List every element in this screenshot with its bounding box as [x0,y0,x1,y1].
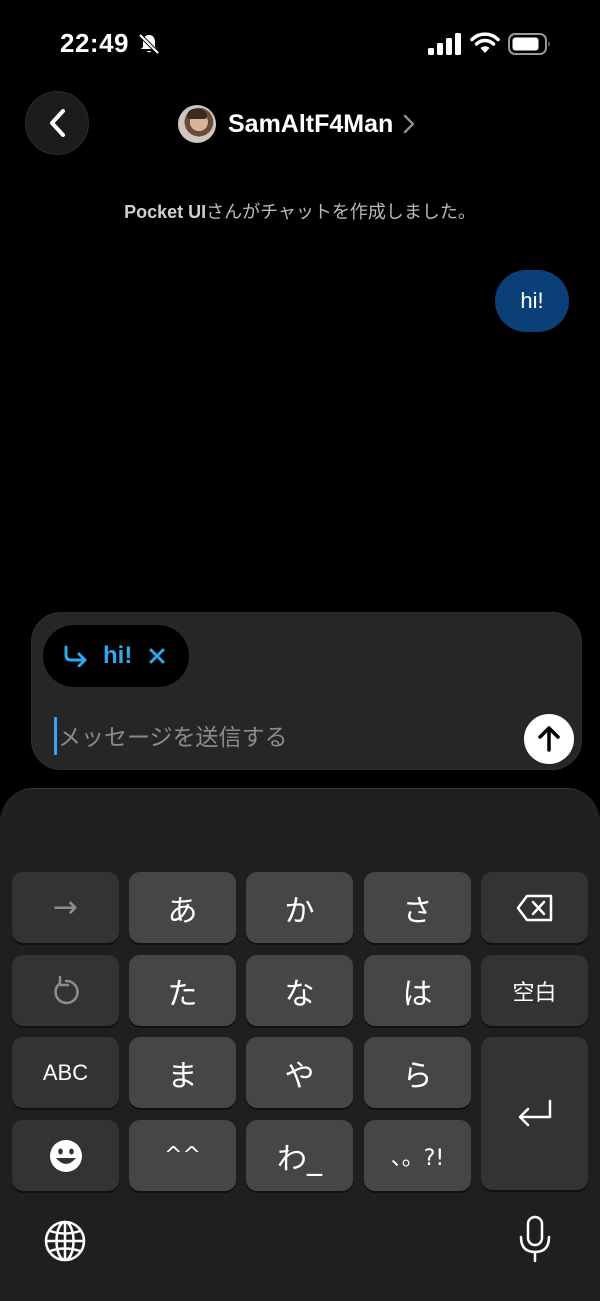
key-punctuation-label: 、。?! [390,1145,445,1171]
key-ha[interactable]: は [364,955,471,1026]
backspace-key[interactable] [481,872,588,943]
emoji-icon [49,1139,82,1172]
chevron-left-icon [50,109,65,137]
undo-icon [53,975,79,1004]
key-kaomoji-label: ^^ [164,1143,201,1168]
avatar[interactable] [178,105,216,143]
key-ha-label: は [402,976,433,1012]
globe-icon[interactable] [44,1220,86,1262]
key-ta-label: た [167,976,198,1012]
key-ra-label: ら [402,1058,433,1094]
reply-arrow-icon [64,645,87,667]
back-button[interactable] [25,91,89,155]
system-message-actor: Pocket UI [124,202,207,222]
system-message-text: さんがチャットを作成しました。 [206,202,476,222]
key-na[interactable]: な [246,955,353,1026]
system-message: Pocket UIさんがチャットを作成しました。 [0,198,600,224]
message-text: hi! [520,288,544,313]
key-sa-label: さ [402,893,433,929]
chevron-right-icon [404,114,415,134]
key-ka[interactable]: か [246,872,353,943]
backspace-icon [516,894,552,921]
user-name[interactable]: SamAltF4Man [228,110,393,139]
key-wa[interactable]: わ_ [246,1120,353,1191]
reply-preview-text: hi! [103,642,133,669]
key-ya-label: や [284,1058,315,1094]
key-wa-label: わ_ [277,1141,322,1177]
abc-key[interactable]: ABC [12,1037,119,1108]
signal-icon [428,33,461,55]
bell-off-icon [138,33,160,55]
battery-icon [508,33,550,55]
abc-key-label: ABC [42,1059,89,1085]
key-arrow-label: → [52,890,79,925]
reply-preview-chip[interactable]: hi! [43,625,189,687]
key-ka-label: か [284,893,315,929]
key-ma-label: ま [167,1058,198,1094]
key-ma[interactable]: ま [129,1037,236,1108]
message-composer: hi! [31,612,582,770]
arrow-up-icon [538,726,560,752]
emoji-key[interactable] [12,1120,119,1191]
return-icon [518,1099,551,1126]
key-arrow[interactable]: → [12,872,119,943]
key-ta[interactable]: た [129,955,236,1026]
chat-header-user[interactable]: SamAltF4Man [178,104,415,144]
return-key[interactable] [481,1037,588,1190]
undo-key[interactable] [12,955,119,1026]
key-a[interactable]: あ [129,872,236,943]
key-na-label: な [284,976,315,1012]
space-key[interactable]: 空白 [481,955,588,1026]
key-ya[interactable]: や [246,1037,353,1108]
status-bar: 22:49 [0,0,600,90]
key-ra[interactable]: ら [364,1037,471,1108]
key-kaomoji[interactable]: ^^ [129,1120,236,1191]
microphone-icon[interactable] [518,1215,552,1263]
close-icon[interactable] [148,647,166,665]
key-punctuation[interactable]: 、。?! [364,1120,471,1191]
key-sa[interactable]: さ [364,872,471,943]
key-a-label: あ [167,893,198,929]
status-time: 22:49 [60,28,129,58]
space-key-label: 空白 [512,980,557,1006]
wifi-icon [470,32,500,53]
outgoing-message-bubble[interactable]: hi! [495,270,569,332]
message-input[interactable] [56,711,490,763]
send-button[interactable] [524,714,574,764]
